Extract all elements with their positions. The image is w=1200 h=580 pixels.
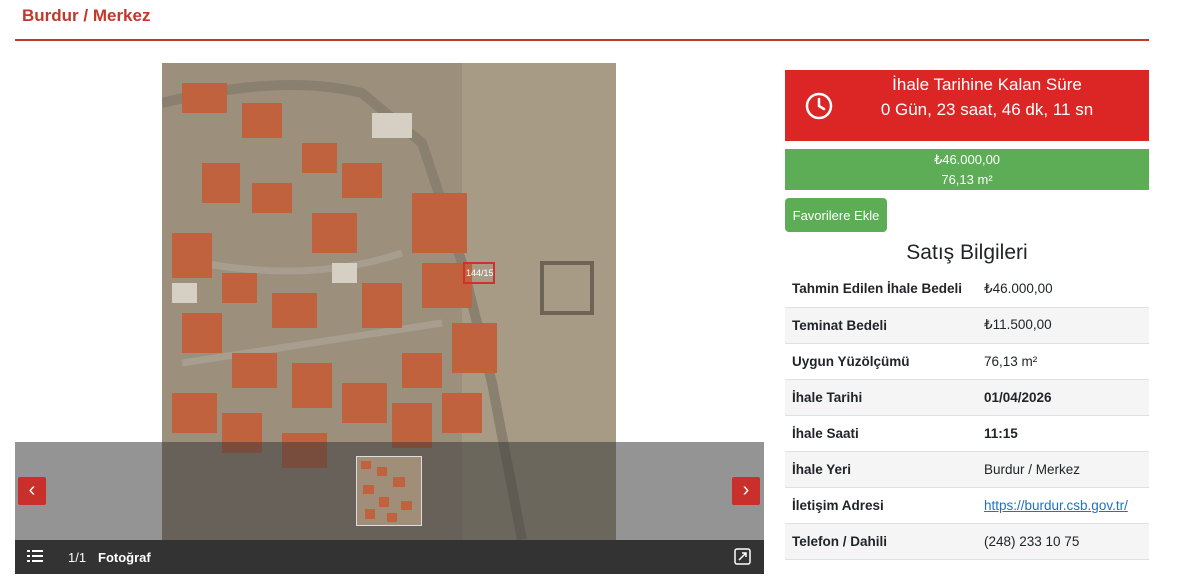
- page-title: Burdur / Merkez: [22, 6, 151, 25]
- title-divider: [15, 39, 1149, 41]
- table-row: Uygun Yüzölçümü 76,13 m²: [785, 343, 1149, 380]
- sales-info-heading: Satış Bilgileri: [906, 241, 1028, 264]
- row-key: İletişim Adresi: [785, 487, 977, 524]
- photo-caption: Fotoğraf: [98, 550, 151, 565]
- row-value: ₺46.000,00: [977, 271, 1149, 308]
- add-favorite-button[interactable]: Favorilere Ekle: [785, 198, 887, 232]
- table-row: İhale Saati 11:15: [785, 415, 1149, 452]
- table-row: Teminat Bedeli ₺11.500,00: [785, 307, 1149, 344]
- row-value: https://burdur.csb.gov.tr/: [977, 487, 1149, 524]
- table-row: İhale Tarihi 01/04/2026: [785, 379, 1149, 416]
- countdown-title: İhale Tarihine Kalan Süre: [892, 75, 1082, 94]
- auction-countdown: İhale Tarihine Kalan Süre 0 Gün, 23 saat…: [785, 70, 1149, 141]
- row-key: Telefon / Dahili: [785, 523, 977, 560]
- price-summary: ₺46.000,00 76,13 m²: [785, 149, 1149, 190]
- prev-photo-button[interactable]: ‹: [18, 477, 46, 505]
- gallery-toolbar: 1/1 Fotoğraf: [15, 540, 764, 574]
- row-key: İhale Tarihi: [785, 379, 977, 416]
- row-key: İhale Yeri: [785, 451, 977, 488]
- summary-area: 76,13 m²: [941, 172, 993, 187]
- row-key: Teminat Bedeli: [785, 307, 977, 344]
- sales-info-table: Tahmin Edilen İhale Bedeli ₺46.000,00 Te…: [785, 271, 1149, 560]
- thumbnail-image[interactable]: [356, 456, 422, 526]
- table-row: Tahmin Edilen İhale Bedeli ₺46.000,00: [785, 271, 1149, 308]
- next-photo-button[interactable]: ›: [732, 477, 760, 505]
- auction-date-value: 01/04/2026: [977, 379, 1149, 416]
- parcel-label: 144/15: [466, 268, 494, 278]
- thumbnail-strip: [15, 442, 764, 540]
- row-value: Burdur / Merkez: [977, 451, 1149, 488]
- table-row: Telefon / Dahili (248) 233 10 75: [785, 523, 1149, 560]
- list-icon[interactable]: [27, 549, 43, 563]
- photo-counter: 1/1: [68, 550, 87, 565]
- summary-price: ₺46.000,00: [933, 152, 1001, 167]
- countdown-time: 0 Gün, 23 saat, 46 dk, 11 sn: [880, 100, 1094, 119]
- contact-link[interactable]: https://burdur.csb.gov.tr/: [984, 498, 1128, 513]
- row-key: Tahmin Edilen İhale Bedeli: [785, 271, 977, 308]
- thumbnail-graphic: [357, 457, 421, 525]
- row-key: İhale Saati: [785, 415, 977, 452]
- row-key: Uygun Yüzölçümü: [785, 343, 977, 380]
- row-value: 76,13 m²: [977, 343, 1149, 380]
- table-row: İletişim Adresi https://burdur.csb.gov.t…: [785, 487, 1149, 524]
- photo-gallery: 144/15 ‹ › 1/1 Fotoğraf: [15, 63, 764, 574]
- table-row: İhale Yeri Burdur / Merkez: [785, 451, 1149, 488]
- expand-icon[interactable]: [734, 548, 751, 565]
- chevron-left-icon: ‹: [28, 479, 36, 501]
- auction-time-value: 11:15: [977, 415, 1149, 452]
- row-value: (248) 233 10 75: [977, 523, 1149, 560]
- chevron-right-icon: ›: [742, 479, 750, 501]
- row-value: ₺11.500,00: [977, 307, 1149, 344]
